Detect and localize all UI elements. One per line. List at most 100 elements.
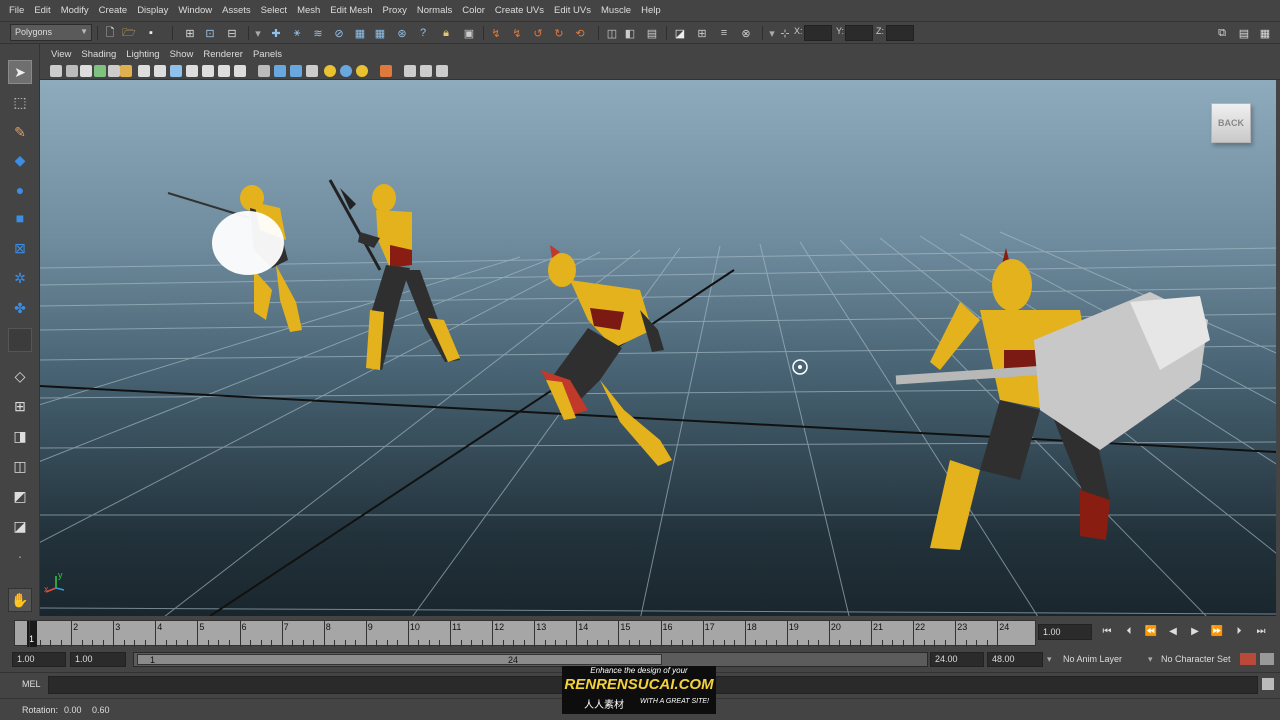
step-back-key-icon[interactable]: ⏪: [1142, 626, 1160, 637]
animation-start-field[interactable]: 1.00: [12, 652, 66, 667]
menu-create[interactable]: Create: [94, 5, 133, 16]
panel-menu-shading[interactable]: Shading: [76, 49, 121, 60]
menu-create-uvs[interactable]: Create UVs: [490, 5, 549, 16]
auto-key-icon[interactable]: [1240, 653, 1256, 665]
menu-mesh[interactable]: Mesh: [292, 5, 325, 16]
z-input[interactable]: [886, 25, 914, 41]
snap-together-icon[interactable]: ↻: [551, 25, 567, 41]
snap-grid-icon[interactable]: ✚: [268, 25, 284, 41]
panel-menu-show[interactable]: Show: [165, 49, 199, 60]
menu-edit-mesh[interactable]: Edit Mesh: [325, 5, 377, 16]
y-input[interactable]: [845, 25, 873, 41]
absolute-transform-icon[interactable]: ⊹: [777, 25, 793, 41]
outliner-icon[interactable]: ⊗: [738, 25, 754, 41]
lock-icon[interactable]: 🔒︎: [438, 25, 454, 41]
xray-icon[interactable]: [404, 65, 416, 77]
paint-select-tool-icon[interactable]: ✎: [8, 120, 32, 144]
toggle-tool-settings-icon[interactable]: ▤: [1236, 25, 1252, 41]
render-settings-icon[interactable]: ▤: [644, 25, 660, 41]
select-hierarchy-icon[interactable]: ⊞: [182, 25, 198, 41]
shadows-icon[interactable]: [356, 65, 368, 77]
textured-icon[interactable]: [306, 65, 318, 77]
field-chart-icon[interactable]: [202, 65, 214, 77]
layout-options-icon[interactable]: ·: [8, 544, 32, 568]
wireframe-icon[interactable]: [258, 65, 270, 77]
input-ops-icon[interactable]: ↯: [488, 25, 504, 41]
menu-edit-uvs[interactable]: Edit UVs: [549, 5, 596, 16]
show-manipulator-icon[interactable]: ✤: [8, 296, 32, 320]
panel-menu-renderer[interactable]: Renderer: [198, 49, 248, 60]
time-ruler[interactable]: 1 2 3 4 5 6 7 8 9 10 11 12 13 14 15 16 17 18 19 20 21 22 23 24: [14, 620, 1036, 647]
persp-hypershade-layout-icon[interactable]: ◩: [8, 484, 32, 508]
menu-modify[interactable]: Modify: [56, 5, 94, 16]
menu-normals[interactable]: Normals: [412, 5, 457, 16]
go-to-end-icon[interactable]: ⏭: [1252, 626, 1270, 637]
select-component-icon[interactable]: ⊟: [224, 25, 240, 41]
snap-view-plane-icon[interactable]: ⊘: [331, 25, 347, 41]
mask-dropdown-icon[interactable]: ▾: [250, 25, 266, 41]
lasso-tool-icon[interactable]: ⬚: [8, 90, 32, 114]
step-forward-frame-icon[interactable]: ⏵: [1230, 626, 1248, 637]
chevron-down-icon[interactable]: ▾: [1148, 654, 1153, 665]
range-slider[interactable]: 1 24: [133, 652, 928, 667]
gate-mask-icon[interactable]: [186, 65, 198, 77]
spartan-character-3[interactable]: [540, 245, 672, 466]
render-view-icon[interactable]: ⊞: [694, 25, 710, 41]
scale-tool-icon[interactable]: ■: [8, 206, 32, 230]
snap-curve-icon[interactable]: ⚹: [289, 25, 305, 41]
panel-menu-lighting[interactable]: Lighting: [121, 49, 164, 60]
range-slider-handle[interactable]: 1 24: [137, 654, 662, 665]
go-to-start-icon[interactable]: ⏮: [1098, 626, 1116, 637]
menu-assets[interactable]: Assets: [217, 5, 256, 16]
animation-preferences-icon[interactable]: [1260, 653, 1274, 665]
step-forward-key-icon[interactable]: ⏩: [1208, 626, 1226, 637]
output-ops-icon[interactable]: ↯: [509, 25, 525, 41]
panel-menu-panels[interactable]: Panels: [248, 49, 287, 60]
play-forwards-icon[interactable]: ▶: [1186, 626, 1204, 637]
pick-mask-icon[interactable]: ▦: [352, 25, 368, 41]
soft-modification-icon[interactable]: ✲: [8, 266, 32, 290]
playback-end-field[interactable]: 24.00: [930, 652, 984, 667]
help-icon[interactable]: ?: [415, 25, 431, 41]
wireframe-on-shaded-icon[interactable]: [290, 65, 302, 77]
menu-edit[interactable]: Edit: [29, 5, 55, 16]
select-tool-icon[interactable]: ➤: [8, 60, 32, 84]
bookmarks-icon[interactable]: [80, 65, 92, 77]
four-view-layout-icon[interactable]: ⊞: [8, 394, 32, 418]
persp-graph-layout-icon[interactable]: ◫: [8, 454, 32, 478]
character-set-selector[interactable]: No Character Set: [1161, 654, 1231, 664]
resolution-gate-icon[interactable]: [170, 65, 182, 77]
menuset-dropdown[interactable]: Polygons ▼: [10, 24, 92, 41]
grid-toggle-icon[interactable]: [138, 65, 150, 77]
playback-start-field[interactable]: 1.00: [70, 652, 126, 667]
menu-help[interactable]: Help: [636, 5, 666, 16]
smooth-shade-icon[interactable]: [274, 65, 286, 77]
play-backwards-icon[interactable]: ◀: [1164, 626, 1182, 637]
menu-display[interactable]: Display: [132, 5, 173, 16]
default-lighting-icon[interactable]: [324, 65, 336, 77]
grease-pencil-icon[interactable]: [120, 65, 132, 77]
snap-point-icon[interactable]: ≋: [310, 25, 326, 41]
select-object-icon[interactable]: ⊡: [202, 25, 218, 41]
panel-menu-view[interactable]: View: [46, 49, 76, 60]
menu-proxy[interactable]: Proxy: [378, 5, 412, 16]
script-editor-icon[interactable]: [1262, 678, 1274, 690]
single-perspective-layout-icon[interactable]: ◇: [8, 364, 32, 388]
menu-muscle[interactable]: Muscle: [596, 5, 636, 16]
safe-action-icon[interactable]: [218, 65, 230, 77]
step-back-frame-icon[interactable]: ⏴: [1120, 626, 1138, 637]
current-time-field[interactable]: 1.00: [1038, 624, 1092, 640]
toggle-channel-box-icon[interactable]: ▦: [1257, 25, 1273, 41]
command-language-label[interactable]: MEL: [22, 679, 41, 689]
hypershade-icon[interactable]: ◪: [672, 25, 688, 41]
open-scene-icon[interactable]: 🗁: [121, 25, 137, 41]
all-lights-icon[interactable]: [340, 65, 352, 77]
film-gate-icon[interactable]: [154, 65, 166, 77]
isolate-select-icon[interactable]: [380, 65, 392, 77]
render-frame-icon[interactable]: ◫: [604, 25, 620, 41]
move-tool-icon[interactable]: ◆: [8, 148, 32, 172]
chevron-down-icon[interactable]: ▾: [1047, 654, 1052, 665]
safe-title-icon[interactable]: [234, 65, 246, 77]
viewcube[interactable]: BACK: [1211, 103, 1251, 143]
ipr-render-icon[interactable]: ◧: [622, 25, 638, 41]
